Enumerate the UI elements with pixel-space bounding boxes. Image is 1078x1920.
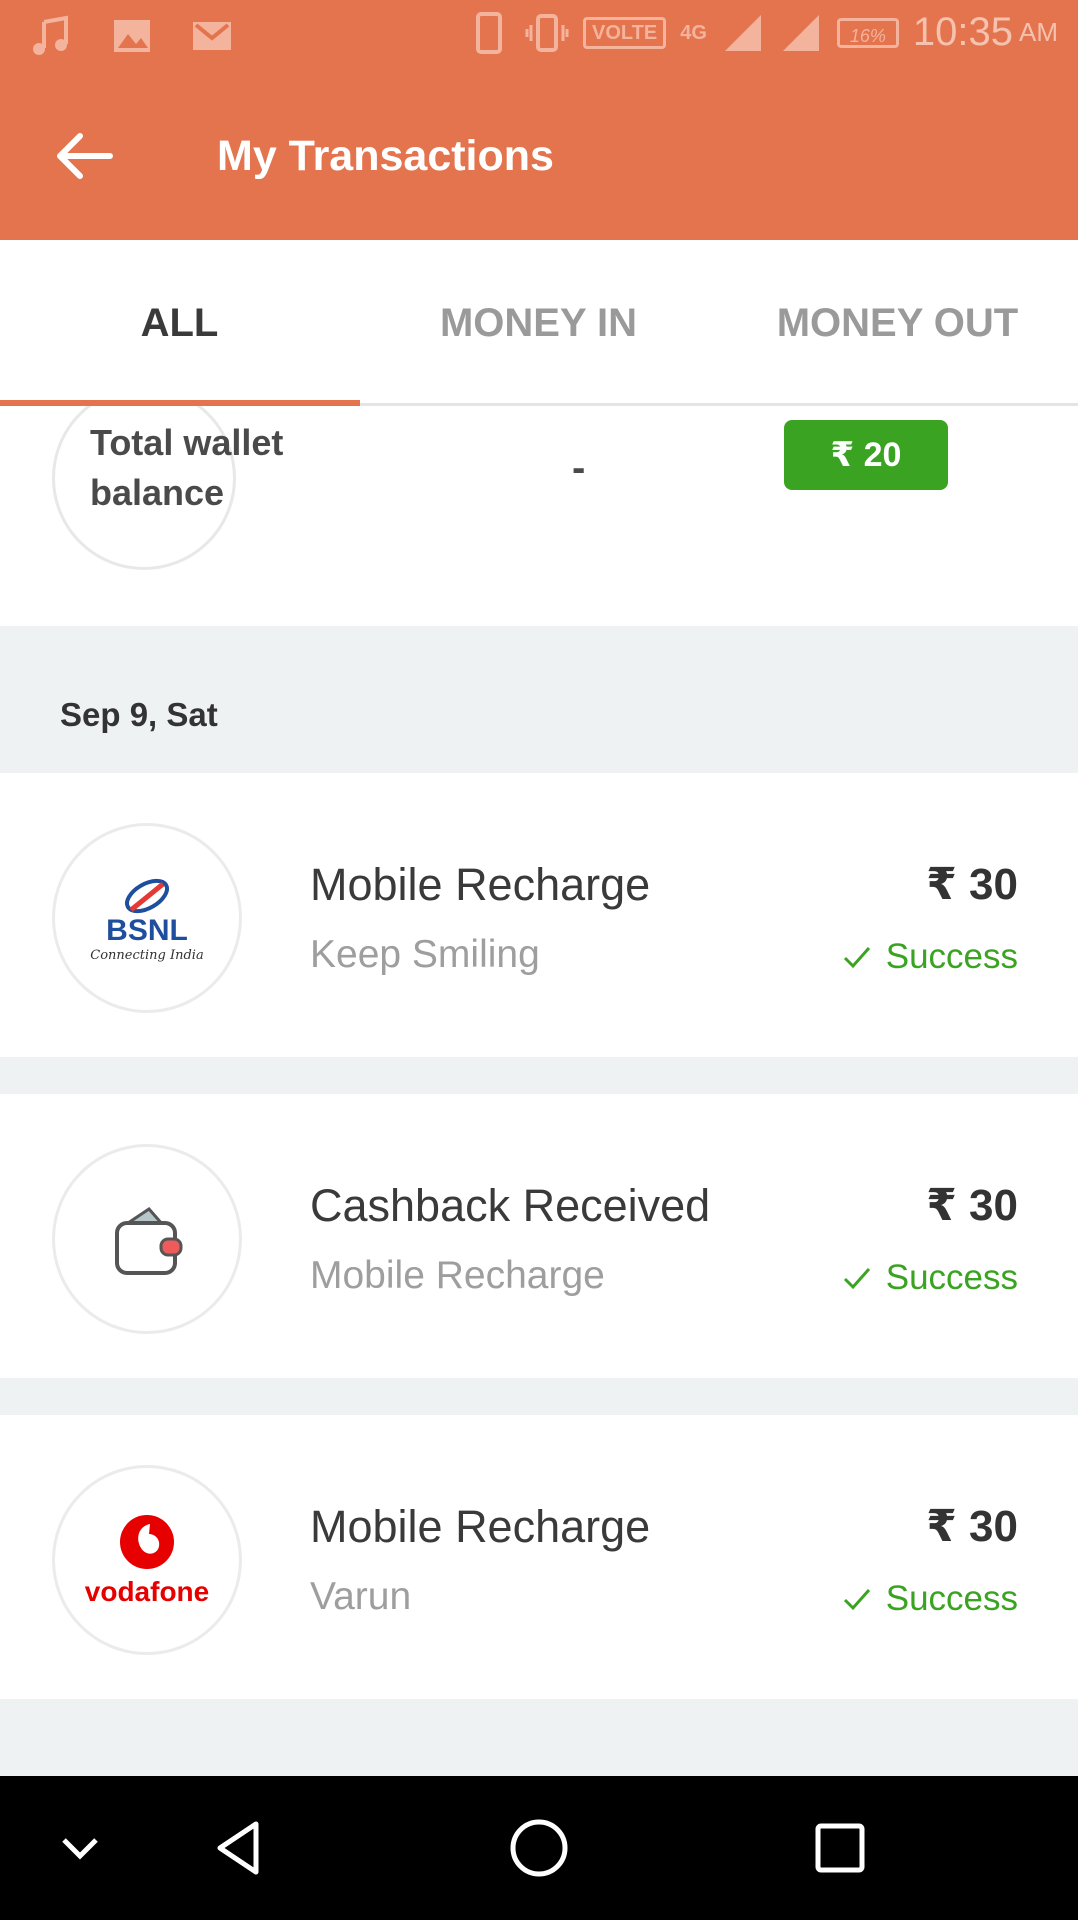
vodafone-speechmark-icon	[120, 1515, 174, 1569]
transaction-title: Mobile Recharge	[310, 1501, 651, 1552]
date-header: Sep 9, Sat	[60, 696, 218, 733]
vodafone-logo-text: vodafone	[84, 1576, 210, 1607]
wallet-summary: Total wallet balance - ₹ 20	[0, 406, 1078, 626]
transaction-item[interactable]: BSNL Connecting India Mobile Recharge Ke…	[0, 773, 1078, 1057]
transaction-subtitle: Keep Smiling	[310, 933, 540, 976]
battery-icon: 16%	[836, 17, 899, 48]
transaction-title: Mobile Recharge	[310, 859, 651, 910]
home-circle-icon[interactable]	[507, 1816, 571, 1880]
clock-time: 10:35	[912, 10, 1013, 54]
signal-icon	[724, 14, 761, 51]
status-label: Success	[885, 937, 1018, 976]
wallet-icon	[115, 1207, 183, 1275]
bsnl-logo: BSNL Connecting India	[52, 823, 242, 1013]
system-nav-bar	[0, 1776, 1078, 1920]
status-label: Success	[885, 1579, 1018, 1618]
music-icon	[33, 15, 68, 55]
tab-all[interactable]: ALL	[0, 240, 359, 406]
clock-ampm: AM	[1019, 17, 1058, 47]
gmail-icon	[193, 22, 231, 50]
vibrate-icon	[525, 13, 569, 52]
transaction-item[interactable]: vodafone Mobile Recharge Varun ₹ 30 Succ…	[0, 1415, 1078, 1699]
bsnl-swoosh-icon	[125, 878, 169, 913]
signal-icon	[782, 14, 819, 51]
transaction-amount: ₹ 30	[926, 1502, 1018, 1551]
transaction-status: Success	[842, 937, 1018, 977]
phone-icon	[476, 11, 503, 54]
transaction-amount: ₹ 30	[926, 1181, 1018, 1230]
transaction-subtitle: Mobile Recharge	[310, 1254, 605, 1297]
wallet-dash: -	[572, 446, 586, 490]
recents-square-icon[interactable]	[808, 1816, 872, 1880]
wallet-label: Total wallet balance	[90, 422, 284, 513]
network-type: 4G	[680, 21, 707, 44]
tab-money-in[interactable]: MONEY IN	[359, 240, 718, 406]
page-title: My Transactions	[217, 132, 554, 180]
transaction-status: Success	[842, 1258, 1018, 1298]
wallet-logo	[52, 1144, 242, 1334]
transaction-amount: ₹ 30	[926, 860, 1018, 909]
chevron-down-icon[interactable]	[48, 1816, 112, 1880]
volte-badge: VOLTE	[583, 16, 667, 49]
vodafone-logo: vodafone	[52, 1465, 242, 1655]
status-bar: VOLTE 4G 16% 10:35 AM	[0, 0, 1078, 72]
wallet-amount-badge: ₹ 20	[784, 420, 948, 490]
transaction-title: Cashback Received	[310, 1180, 711, 1231]
bsnl-logo-text: BSNL	[106, 913, 188, 947]
transaction-status: Success	[842, 1579, 1018, 1619]
image-icon	[114, 20, 150, 52]
tab-bar: ALL MONEY IN MONEY OUT	[0, 240, 1078, 406]
bsnl-logo-sub: Connecting India	[90, 947, 204, 963]
check-icon	[843, 947, 870, 969]
check-icon	[843, 1589, 870, 1611]
back-triangle-icon[interactable]	[208, 1816, 272, 1880]
arrow-left-icon[interactable]	[52, 130, 116, 182]
check-icon	[843, 1268, 870, 1290]
tab-money-out[interactable]: MONEY OUT	[718, 240, 1077, 406]
status-label: Success	[885, 1258, 1018, 1297]
transaction-item[interactable]: Cashback Received Mobile Recharge ₹ 30 S…	[0, 1094, 1078, 1378]
transaction-subtitle: Varun	[310, 1575, 412, 1618]
app-bar: My Transactions	[0, 72, 1078, 240]
